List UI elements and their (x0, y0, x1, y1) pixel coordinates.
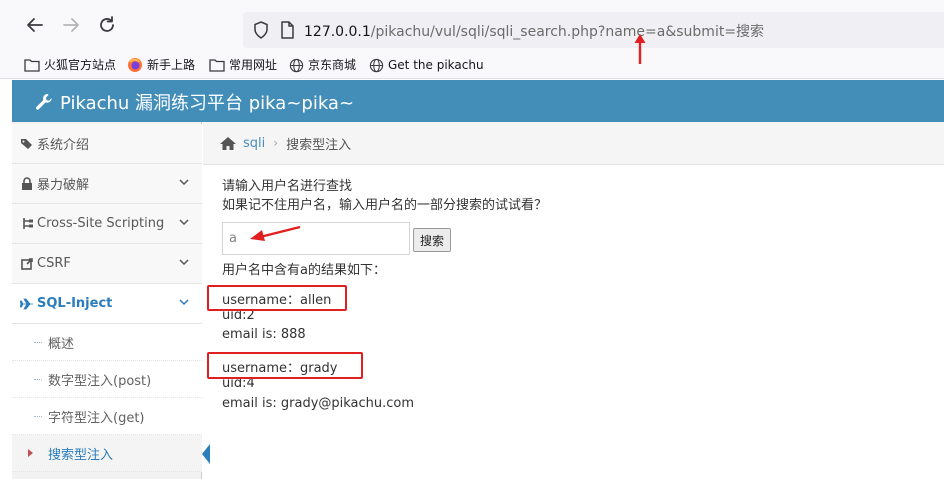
plane-icon (20, 298, 34, 310)
result-heading: 用户名中含有a的结果如下： (222, 263, 386, 278)
annotation-arrow-left-icon (250, 225, 301, 241)
folder-icon (209, 59, 225, 72)
breadcrumb-link-sqli[interactable]: sqli (243, 136, 265, 151)
bookmark-item[interactable]: 新手上路 (127, 56, 195, 74)
sidebar-item-label: CSRF (37, 256, 71, 271)
sidebar-item-label: 暴力破解 (37, 178, 90, 193)
back-arrow-icon (27, 18, 43, 32)
bookmark-label: 京东商城 (308, 58, 357, 72)
bookmark-label: Get the pikachu (388, 58, 484, 72)
shield-icon[interactable] (251, 20, 271, 40)
sidebar-subitem-label: 数字型注入(post) (48, 373, 152, 389)
bookmark-label: 火狐官方站点 (44, 58, 117, 72)
site-title[interactable]: Pikachu 漏洞练习平台 pika~pika~ (34, 89, 354, 115)
sidebar-item-label: Cross-Site Scripting (37, 216, 165, 231)
url-host: 127.0.0.1 (304, 24, 371, 40)
result-email: email is: 888 (222, 327, 306, 342)
sidebar-subitem-overview[interactable]: 概述 (12, 324, 202, 361)
bookmark-item[interactable]: 京东商城 (289, 56, 356, 74)
tree-line (34, 342, 42, 343)
wrench-icon (36, 94, 52, 110)
page-icon[interactable] (277, 20, 297, 40)
sidebar-item-sqli[interactable]: SQL-Inject (12, 284, 202, 324)
sidebar-item-intro[interactable]: 系统介绍 (12, 124, 202, 164)
annotation-box-result-1 (207, 285, 347, 311)
sidebar-subitem-label: 字符型注入(get) (48, 410, 145, 426)
folder-icon (24, 59, 40, 72)
sidebar-subitem-string[interactable]: 字符型注入(get) (12, 398, 202, 435)
breadcrumb: sqli › 搜索型注入 (203, 122, 944, 165)
chevron-down-icon (179, 299, 189, 306)
sidebar-subitem-label: 概述 (48, 336, 75, 352)
annotation-arrow-up-icon (634, 34, 646, 64)
sidebar-item-label: SQL-Inject (37, 296, 113, 311)
sidebar-subitem-search[interactable]: 搜索型注入 (12, 435, 210, 472)
bookmark-label: 常用网址 (229, 58, 278, 72)
sitemap-icon (20, 217, 34, 230)
lock-icon (20, 177, 34, 190)
bookmark-label: 新手上路 (147, 58, 196, 72)
globe-icon (369, 58, 384, 72)
bookmark-item[interactable]: 火狐官方站点 (24, 56, 116, 74)
home-icon[interactable] (219, 136, 237, 151)
sidebar-item-bruteforce[interactable]: 暴力破解 (12, 164, 202, 204)
sidebar-item-label: 系统介绍 (37, 138, 90, 153)
sidebar: 系统介绍 暴力破解 Cross-Site Scripting CSRF SQL-… (12, 122, 210, 479)
sidebar-item-xss[interactable]: Cross-Site Scripting (12, 204, 202, 244)
bookmark-item[interactable]: 常用网址 (209, 56, 277, 74)
url-path: /pikachu/vul/sqli/sqli_search.php?name=a… (370, 24, 765, 40)
share-icon (20, 257, 34, 270)
back-button[interactable] (24, 14, 46, 36)
firefox-icon (128, 58, 142, 72)
reload-icon (100, 16, 114, 32)
site-header: Pikachu 漏洞练习平台 pika~pika~ (12, 80, 944, 122)
chevron-down-icon (179, 259, 189, 266)
tree-line (34, 379, 42, 380)
breadcrumb-current: 搜索型注入 (286, 137, 352, 153)
browser-toolbar: 127.0.0.1/pikachu/vul/sqli/sqli_search.p… (0, 0, 944, 50)
tree-line (34, 416, 42, 417)
url-text[interactable]: 127.0.0.1/pikachu/vul/sqli/sqli_search.p… (304, 21, 764, 41)
annotation-box-result-2 (207, 352, 363, 379)
forward-button[interactable] (60, 14, 82, 36)
bookmark-item[interactable]: Get the pikachu (369, 56, 484, 74)
breadcrumb-separator-icon: › (273, 136, 279, 150)
sidebar-subitem-numeric[interactable]: 数字型注入(post) (12, 361, 202, 398)
tags-icon (20, 138, 34, 150)
bookmarks-bar: 火狐官方站点 新手上路 常用网址 京东商城 Get the pikachu (0, 50, 944, 79)
search-button[interactable]: 搜索 (413, 228, 451, 252)
chevron-down-icon (179, 219, 189, 226)
forward-arrow-icon (63, 18, 79, 32)
active-marker (202, 444, 210, 464)
globe-icon (289, 58, 304, 72)
result-email: email is: grady@pikachu.com (222, 396, 415, 411)
prompt-line-1: 请输入用户名进行查找 (222, 179, 353, 194)
prompt-line-2: 如果记不住用户名，输入用户名的一部分搜索的试试看？ (222, 198, 548, 213)
url-bar[interactable]: 127.0.0.1/pikachu/vul/sqli/sqli_search.p… (243, 12, 944, 48)
chevron-down-icon (179, 179, 189, 186)
sidebar-item-csrf[interactable]: CSRF (12, 244, 202, 284)
sidebar-subitem-label: 搜索型注入 (48, 447, 114, 463)
site-title-text: Pikachu 漏洞练习平台 pika~pika~ (60, 93, 355, 114)
reload-button[interactable] (96, 14, 118, 36)
caret-right-icon (28, 449, 33, 457)
